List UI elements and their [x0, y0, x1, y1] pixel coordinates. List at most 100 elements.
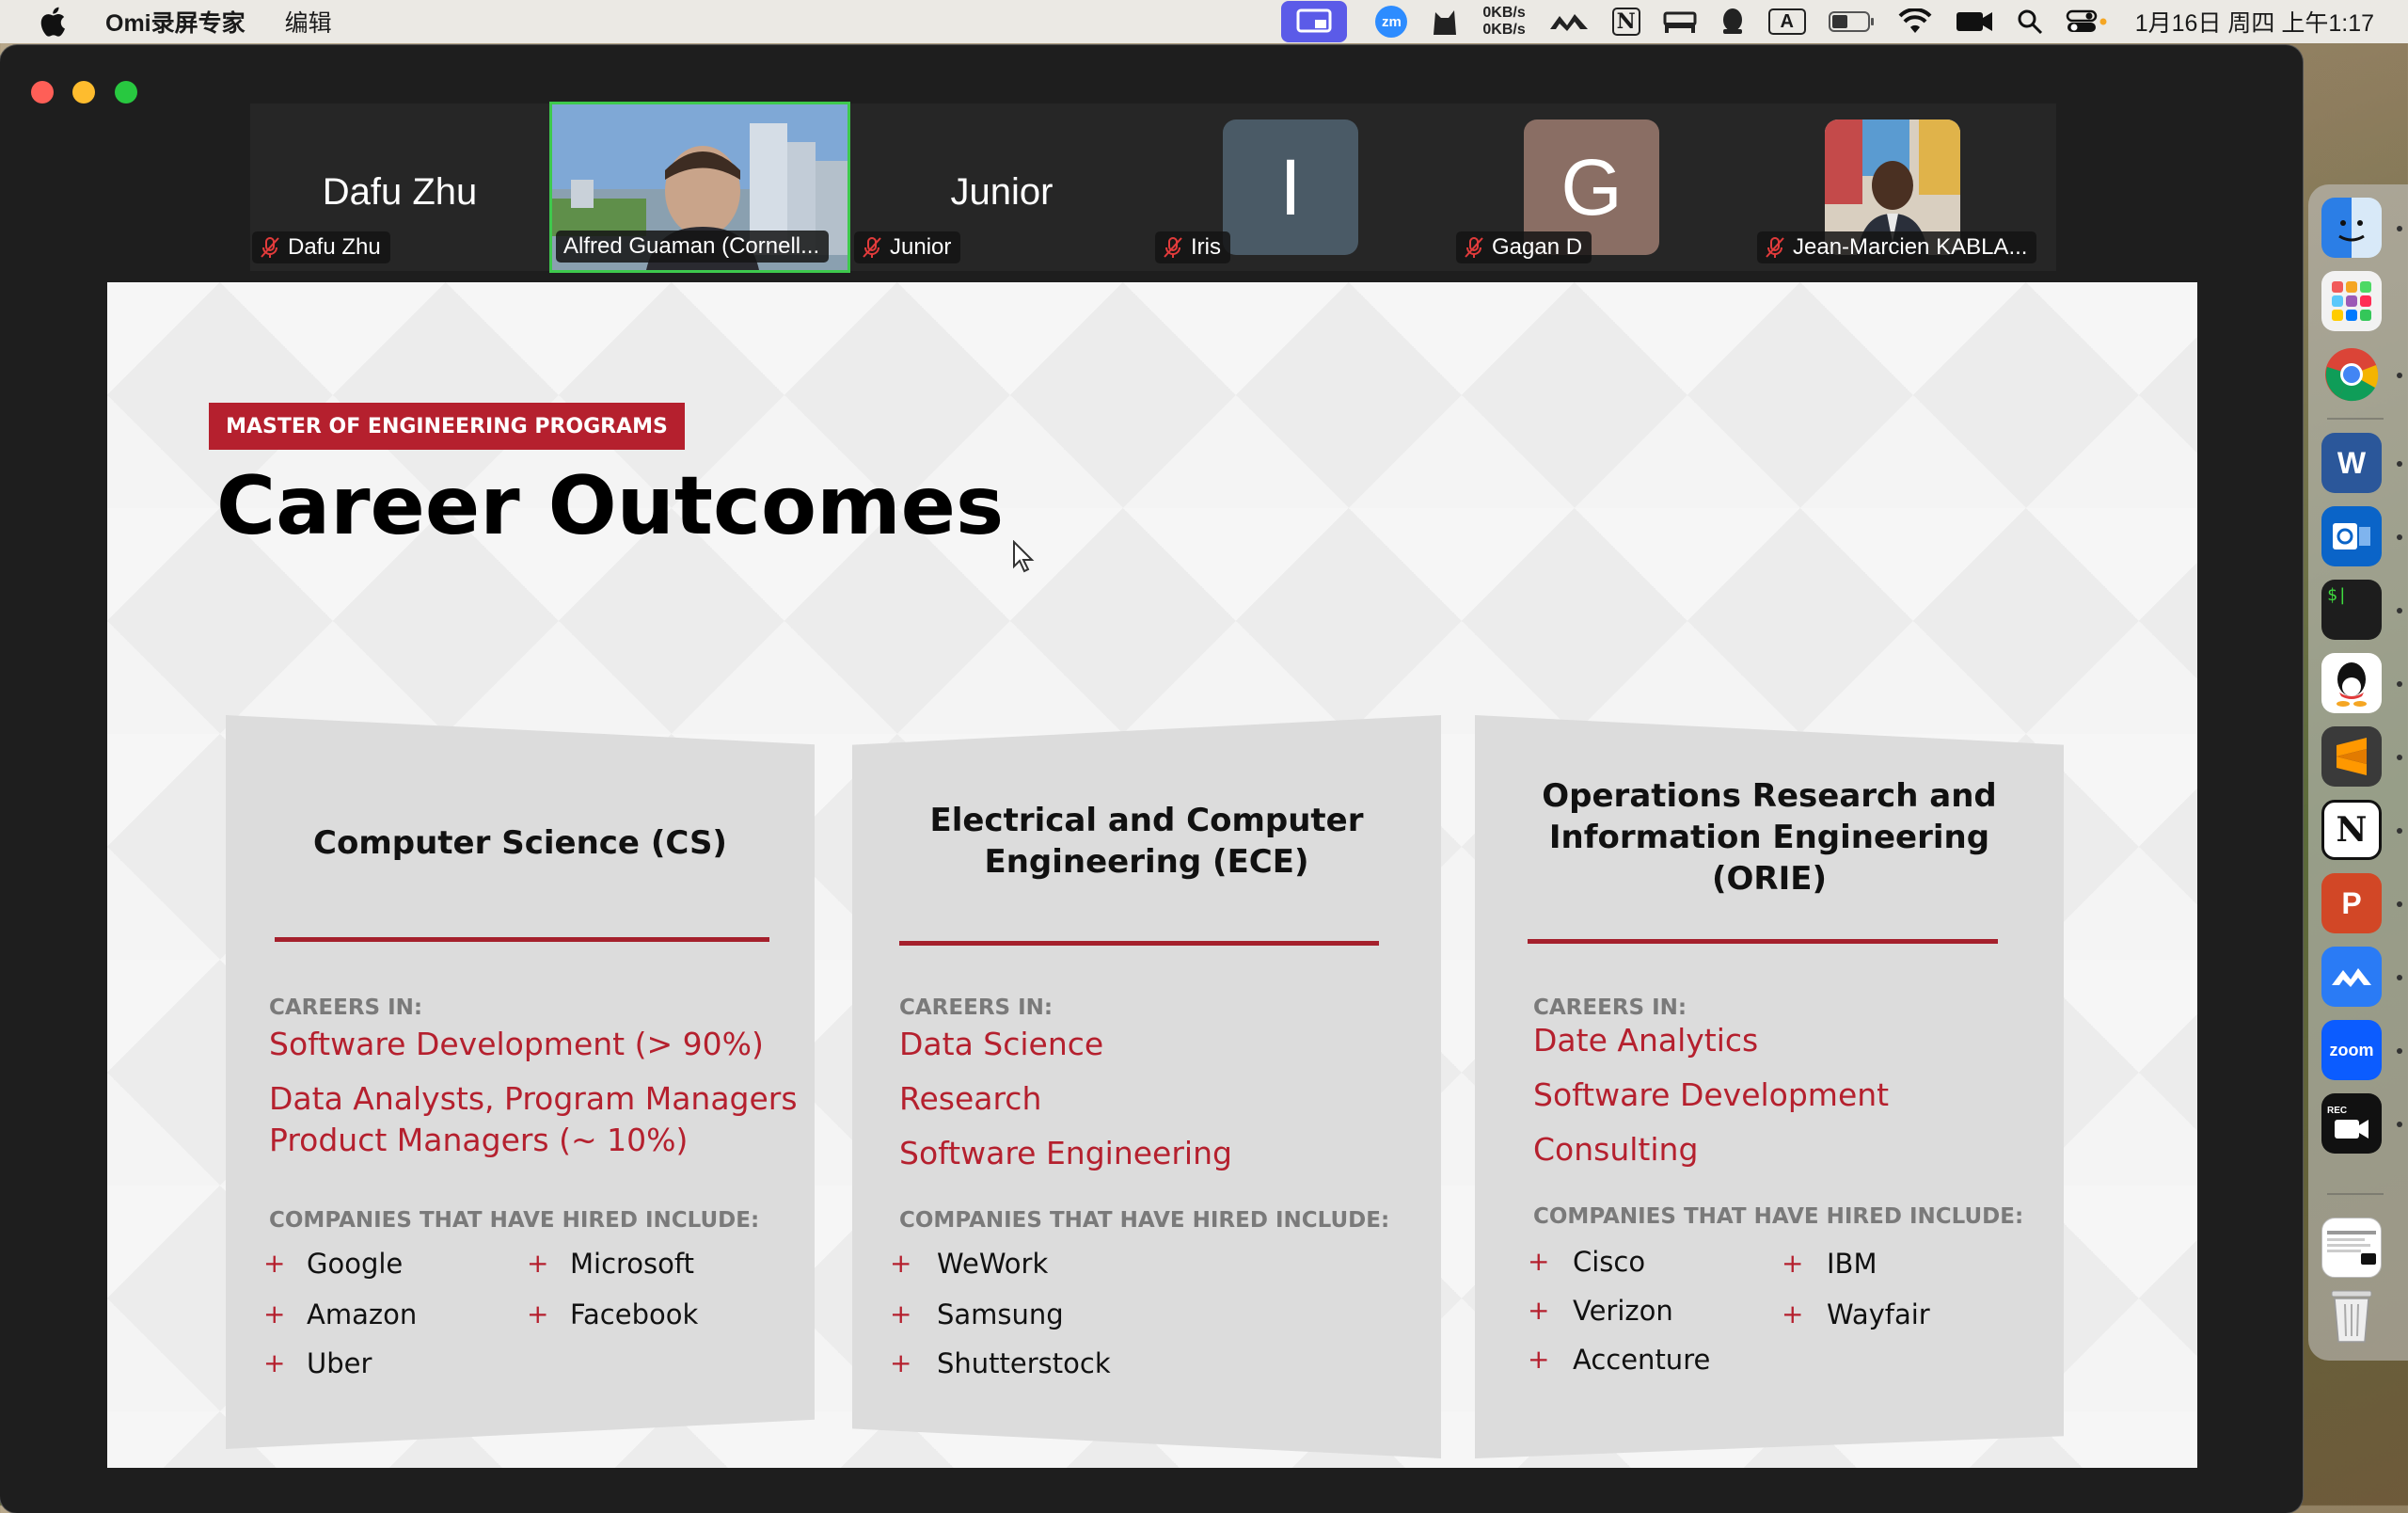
plus-bullet: +: [1782, 1248, 1804, 1279]
muted-mic-icon: [863, 237, 881, 258]
trash-icon[interactable]: [2321, 1285, 2382, 1346]
running-indicator: [2397, 226, 2402, 231]
companies-heading: COMPANIES THAT HAVE HIRED INCLUDE:: [899, 1208, 1390, 1233]
participant-avatar: I: [1223, 119, 1358, 255]
zoom-icon[interactable]: zoom: [2321, 1020, 2382, 1080]
camera-status-icon[interactable]: [1955, 0, 1994, 43]
edit-menu[interactable]: 编辑: [285, 5, 332, 39]
participant-tile[interactable]: G Gagan D: [1454, 104, 1753, 271]
dock-separator: [2327, 1193, 2384, 1195]
careers-heading: CAREERS IN:: [269, 995, 423, 1020]
company-name: IBM: [1827, 1248, 1877, 1280]
dock: W $| N P zoom REC: [2308, 184, 2408, 1361]
ece-card: Electrical and Computer Engineering (ECE…: [852, 715, 1441, 1458]
company-name: Amazon: [307, 1298, 418, 1330]
apple-menu-icon[interactable]: [36, 5, 68, 39]
participant-display-name: Dafu Zhu: [322, 171, 478, 213]
running-indicator: [2397, 901, 2402, 907]
participant-name-label: Junior: [854, 231, 961, 263]
launchpad-icon[interactable]: [2321, 271, 2382, 331]
plus-bullet: +: [1528, 1246, 1550, 1277]
career-item: Research: [899, 1080, 1042, 1117]
participant-name-label: Jean-Marcien KABLA...: [1757, 231, 2037, 263]
lark-icon[interactable]: [2321, 947, 2382, 1007]
lark-status-icon[interactable]: [1548, 0, 1590, 43]
company-name: Accenture: [1573, 1344, 1711, 1376]
company-name: Wayfair: [1827, 1298, 1930, 1330]
menubar-clock[interactable]: 1月16日 周四 上午1:17: [2135, 5, 2374, 39]
zoom-status-icon[interactable]: zm: [1375, 0, 1408, 43]
input-method-icon[interactable]: A: [1767, 0, 1806, 43]
participant-tile-active-speaker[interactable]: Alfred Guaman (Cornell...: [549, 102, 850, 273]
plus-bullet: +: [1528, 1344, 1550, 1375]
company-name: Shutterstock: [937, 1347, 1111, 1379]
cs-card-title: Computer Science (CS): [313, 824, 727, 862]
running-indicator: [2397, 461, 2402, 467]
minimize-window-button[interactable]: [72, 81, 95, 104]
plus-bullet: +: [890, 1347, 912, 1378]
plus-bullet: +: [263, 1298, 286, 1330]
company-name: Cisco: [1573, 1246, 1646, 1278]
career-item: Software Development: [1533, 1076, 1890, 1113]
muted-mic-icon: [1465, 237, 1483, 258]
sublime-icon[interactable]: [2321, 726, 2382, 787]
card-divider: [899, 941, 1379, 946]
battery-icon[interactable]: [1828, 0, 1876, 43]
fullscreen-window-button[interactable]: [115, 81, 137, 104]
screen-share-icon[interactable]: [1281, 1, 1348, 42]
ece-card-title: Electrical and Computer Engineering (ECE…: [929, 802, 1364, 881]
card-divider: [275, 937, 769, 942]
participant-tile[interactable]: I Iris: [1153, 104, 1452, 271]
qq-status-icon[interactable]: [1719, 0, 1746, 43]
participant-tile[interactable]: Dafu Zhu Dafu Zhu: [250, 104, 549, 271]
running-indicator: [2397, 828, 2402, 834]
participant-tile[interactable]: Jean-Marcien KABLA...: [1755, 104, 2056, 271]
network-speed: 0KB/s 0KB/s: [1482, 5, 1526, 38]
notion-icon[interactable]: N: [2321, 800, 2382, 860]
finder-icon[interactable]: [2321, 198, 2382, 258]
close-window-button[interactable]: [31, 81, 54, 104]
recorder-icon[interactable]: REC: [2321, 1093, 2382, 1154]
running-indicator: [2397, 534, 2402, 540]
control-center-icon[interactable]: [2066, 0, 2107, 43]
career-item: Data Science: [899, 1026, 1104, 1062]
word-icon[interactable]: W: [2321, 433, 2382, 493]
plus-bullet: +: [527, 1298, 549, 1330]
participant-name-label: Dafu Zhu: [252, 231, 390, 263]
notion-status-icon[interactable]: N: [1611, 0, 1640, 43]
career-item: Product Managers (~ 10%): [269, 1122, 689, 1158]
spotlight-search-icon[interactable]: [2017, 0, 2043, 43]
careers-heading: CAREERS IN:: [899, 995, 1054, 1020]
card-divider: [1528, 939, 1998, 944]
bed-icon[interactable]: [1663, 0, 1697, 43]
mouse-cursor-icon: [1013, 540, 1035, 573]
wifi-icon[interactable]: [1898, 0, 1932, 43]
outlook-icon[interactable]: [2321, 506, 2382, 566]
career-item: Date Analytics: [1533, 1022, 1759, 1059]
running-indicator: [2397, 1048, 2402, 1054]
participant-tile[interactable]: Junior Junior: [852, 104, 1151, 271]
chrome-icon[interactable]: [2321, 344, 2382, 405]
company-name: Facebook: [570, 1298, 699, 1330]
cs-card: Computer Science (CS) CAREERS IN: Softwa…: [226, 715, 815, 1449]
company-name: WeWork: [937, 1248, 1049, 1280]
program-badge: MASTER OF ENGINEERING PROGRAMS: [209, 403, 685, 450]
menu-bar: Omi录屏专家 编辑 zm 0KB/s 0KB/s N A 1月16日 周四 上…: [0, 0, 2408, 43]
plus-bullet: +: [1528, 1295, 1550, 1326]
running-indicator: [2397, 681, 2402, 687]
preview-icon[interactable]: [2321, 1218, 2382, 1278]
powerpoint-icon[interactable]: P: [2321, 873, 2382, 933]
participant-name-label: Gagan D: [1456, 231, 1592, 263]
cat-icon[interactable]: [1430, 0, 1460, 43]
muted-mic-icon: [261, 237, 279, 258]
running-indicator: [2397, 1122, 2402, 1127]
companies-heading: COMPANIES THAT HAVE HIRED INCLUDE:: [1533, 1204, 2024, 1229]
plus-bullet: +: [1782, 1298, 1804, 1330]
company-name: Samsung: [937, 1298, 1064, 1330]
qq-icon[interactable]: [2321, 653, 2382, 713]
app-name-menu[interactable]: Omi录屏专家: [105, 5, 246, 39]
participant-strip: Dafu Zhu Dafu Zhu Alfred Guaman (Cornell…: [250, 102, 2056, 273]
careers-heading: CAREERS IN:: [1533, 995, 1687, 1020]
career-item: Consulting: [1533, 1131, 1699, 1168]
terminal-icon[interactable]: $|: [2321, 580, 2382, 640]
